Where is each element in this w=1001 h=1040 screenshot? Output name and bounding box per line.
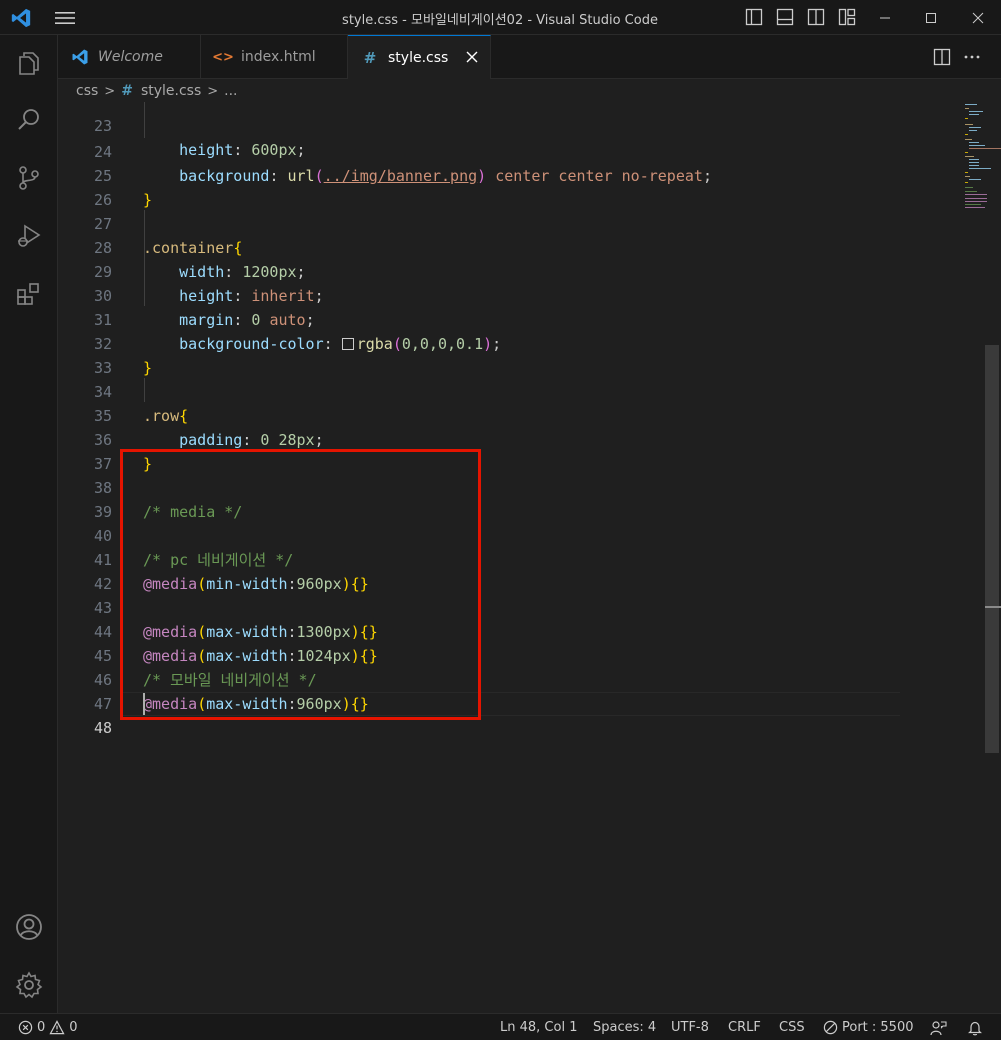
- minimize-icon: [880, 17, 890, 18]
- maximize-icon: [926, 12, 936, 23]
- minimap[interactable]: [960, 102, 1001, 222]
- more-actions-icon[interactable]: [963, 48, 981, 66]
- css-hash-icon: #: [121, 83, 133, 99]
- tab-welcome[interactable]: Welcome: [58, 35, 201, 79]
- close-icon: [972, 12, 984, 23]
- breadcrumb-symbol[interactable]: ...: [224, 83, 237, 99]
- code-line: 30 margin: 0 auto;: [58, 260, 958, 329]
- tab-label: style.css: [388, 49, 449, 66]
- cursor-position[interactable]: Ln 48, Col 1: [500, 1014, 577, 1040]
- encoding-setting[interactable]: UTF-8: [671, 1014, 709, 1040]
- language-mode[interactable]: CSS: [779, 1014, 805, 1040]
- port-label: Port : 5500: [842, 1020, 914, 1035]
- html-icon: <>: [212, 49, 234, 65]
- close-window-button[interactable]: [955, 0, 1001, 35]
- activity-accounts[interactable]: [0, 903, 58, 951]
- tab-style-css[interactable]: # style.css: [348, 35, 491, 79]
- code-line: 27 .container{: [58, 188, 958, 257]
- breadcrumb-file[interactable]: style.css: [141, 83, 201, 99]
- maximize-button[interactable]: [908, 0, 954, 35]
- vscode-logo-icon[interactable]: [10, 7, 32, 29]
- vscode-icon: [70, 49, 90, 65]
- breadcrumb: css > # style.css > ...: [58, 80, 1001, 102]
- vertical-scrollbar[interactable]: [985, 345, 999, 753]
- activity-source-control[interactable]: [0, 154, 58, 202]
- tab-label: index.html: [241, 49, 316, 65]
- activity-run-debug[interactable]: [0, 212, 58, 260]
- code-line: 26: [58, 164, 958, 209]
- window-title: style.css - 모바일네비게이션02 - Visual Studio C…: [342, 13, 658, 28]
- chevron-right-icon: >: [104, 83, 116, 99]
- toggle-secondary-sidebar-icon[interactable]: [807, 8, 825, 26]
- code-line: 24 background: url(../img/banner.png) ce…: [58, 116, 958, 185]
- error-icon: [18, 1020, 33, 1035]
- explorer-icon: [19, 52, 39, 75]
- minimize-button[interactable]: [862, 0, 908, 35]
- code-line: 35 padding: 0 28px;: [58, 380, 958, 449]
- bell-icon: [968, 1021, 982, 1035]
- activity-explorer[interactable]: [0, 39, 58, 87]
- search-icon: [18, 109, 39, 130]
- tab-index-html[interactable]: <> index.html: [201, 35, 348, 79]
- scrollbar-cursor-marker: [985, 606, 1001, 608]
- split-editor-icon[interactable]: [933, 48, 951, 66]
- error-count: 0: [37, 1020, 46, 1035]
- code-line: 34 .row{: [58, 356, 958, 425]
- warning-icon: [49, 1020, 65, 1035]
- activity-manage[interactable]: [0, 961, 58, 1009]
- eol-setting[interactable]: CRLF: [728, 1014, 761, 1040]
- settings-gear-icon: [15, 971, 43, 999]
- toggle-panel-icon[interactable]: [776, 8, 794, 26]
- tab-label: Welcome: [98, 49, 163, 65]
- source-control-icon: [19, 166, 39, 190]
- notifications-button[interactable]: [967, 1014, 983, 1040]
- chevron-right-icon: >: [207, 83, 219, 99]
- code-line: 36 }: [58, 404, 958, 473]
- toggle-primary-sidebar-icon[interactable]: [745, 8, 763, 26]
- status-bar: 0 0 Ln 48, Col 1 Spaces: 4 UTF-8 CRLF CS…: [0, 1013, 1001, 1040]
- code-line: 28 width: 1200px;: [58, 212, 958, 281]
- activity-bar: [0, 35, 58, 1013]
- live-server-port[interactable]: Port : 5500: [823, 1014, 914, 1040]
- no-entry-icon: [823, 1020, 838, 1035]
- run-debug-icon: [18, 224, 41, 247]
- feedback-person-icon: [930, 1020, 947, 1035]
- code-line: 25 }: [58, 140, 958, 209]
- code-editor[interactable]: 23 height: 600px; 24 background: url(../…: [58, 102, 1001, 1013]
- hamburger-menu-icon[interactable]: [54, 9, 76, 27]
- problems-indicator[interactable]: 0 0: [18, 1014, 78, 1040]
- activity-extensions[interactable]: [0, 270, 58, 318]
- accounts-icon: [16, 914, 42, 940]
- extensions-icon: [17, 283, 39, 305]
- code-line: 29 height: inherit;: [58, 236, 958, 305]
- code-line: 32 }: [58, 308, 958, 377]
- editor-tab-bar: Welcome <> index.html # style.css: [58, 35, 1001, 79]
- editor-actions: [933, 47, 985, 67]
- code-line: 31 background-color: rgba(0,0,0,0.1);: [58, 284, 958, 353]
- annotation-highlight-box: [120, 449, 481, 720]
- customize-layout-icon[interactable]: [838, 8, 856, 26]
- css-hash-icon: #: [363, 48, 377, 67]
- feedback-button[interactable]: [930, 1014, 947, 1040]
- close-tab-icon[interactable]: [464, 49, 480, 65]
- activity-search[interactable]: [0, 96, 58, 144]
- code-line: 23 height: 600px;: [58, 102, 958, 159]
- breadcrumb-folder[interactable]: css: [76, 83, 98, 99]
- warning-count: 0: [69, 1020, 78, 1035]
- code-line: 33: [58, 332, 958, 377]
- title-bar: style.css - 모바일네비게이션02 - Visual Studio C…: [0, 0, 1001, 35]
- indentation-setting[interactable]: Spaces: 4: [593, 1014, 656, 1040]
- line-number: 48: [93, 719, 112, 737]
